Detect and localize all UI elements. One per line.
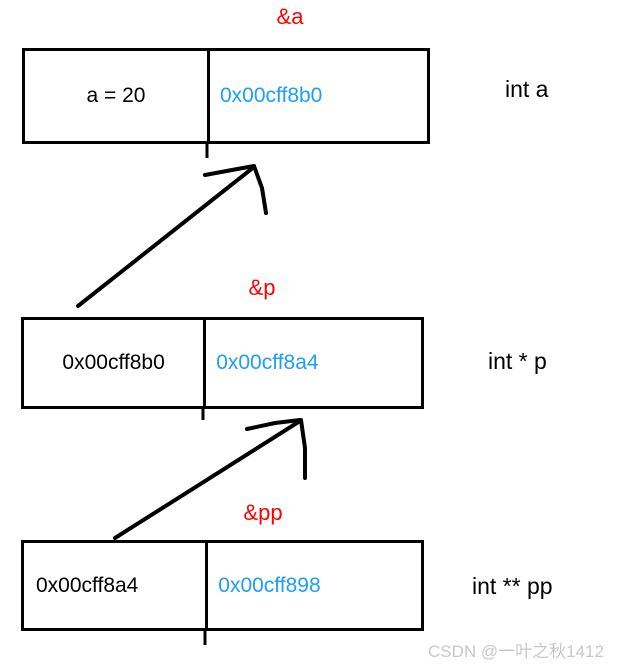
- memory-block-a-value: a = 20: [86, 84, 146, 107]
- memory-block-pp: 0x00cff8a4 0x00cff898: [21, 540, 424, 631]
- memory-block-p: 0x00cff8b0 0x00cff8a4: [21, 317, 424, 409]
- type-label-pp: int ** pp: [472, 573, 553, 599]
- diagram-canvas: &a a = 20 0x00cff8b0 int a &p 0x00cff8b0…: [0, 0, 633, 667]
- address-label-a: &a: [276, 4, 304, 29]
- memory-block-pp-value: 0x00cff8a4: [36, 573, 139, 597]
- memory-block-pp-address: 0x00cff898: [205, 543, 421, 628]
- type-label-p: int * p: [488, 348, 547, 374]
- address-label-pp: &pp: [243, 500, 283, 525]
- csdn-watermark: CSDN @一叶之秋1412: [428, 642, 604, 661]
- memory-block-p-address: 0x00cff8a4: [203, 320, 421, 406]
- memory-block-p-value: 0x00cff8b0: [62, 351, 165, 374]
- type-label-a: int a: [505, 76, 549, 102]
- memory-block-a-address: 0x00cff8b0: [207, 51, 427, 141]
- memory-block-a: a = 20 0x00cff8b0: [22, 48, 430, 144]
- address-label-p: &p: [248, 275, 276, 300]
